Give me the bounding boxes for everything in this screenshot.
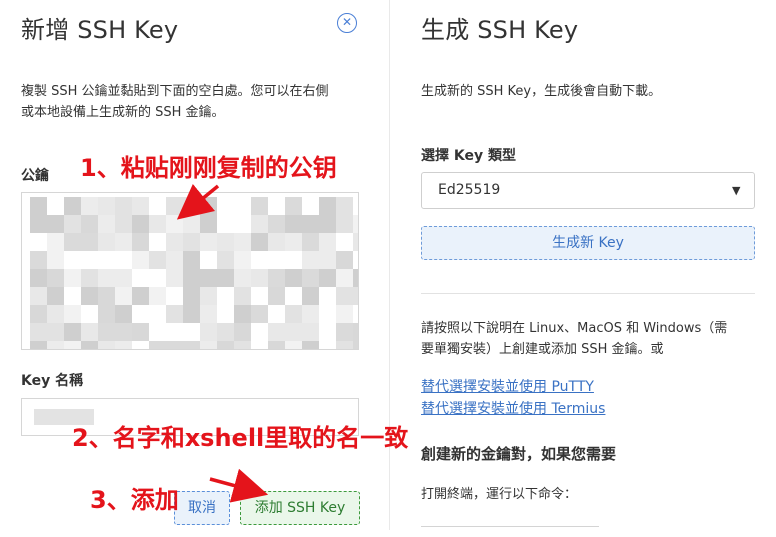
arrow-to-add-button — [209, 468, 269, 503]
chevron-down-icon: ▼ — [732, 184, 741, 197]
section-divider — [421, 293, 755, 294]
terminal-command-box — [421, 526, 599, 537]
create-keypair-heading: 創建新的金鑰對，如果您需要 — [421, 445, 617, 463]
arrow-to-pubkey — [176, 183, 220, 220]
key-type-select[interactable]: Ed25519 ▼ — [421, 172, 755, 209]
instructions-line2: 要單獨安裝）上創建或添加 SSH 金鑰。或 — [421, 342, 664, 357]
instructions-line1: 請按照以下說明在 Linux、MacOS 和 Windows（需 — [421, 321, 728, 336]
generate-key-button[interactable]: 生成新 Key — [421, 226, 755, 260]
terminal-instruction: 打開終端，運行以下命令： — [421, 487, 578, 502]
key-type-selected-value: Ed25519 — [438, 182, 501, 198]
putty-link[interactable]: 替代選擇安裝並使用 PuTTY — [421, 376, 594, 396]
generate-ssh-key-title: 生成 SSH Key — [421, 16, 579, 44]
termius-link[interactable]: 替代選擇安裝並使用 Termius — [421, 398, 605, 418]
key-type-label: 選擇 Key 類型 — [421, 148, 516, 164]
generate-description: 生成新的 SSH Key，生成後會自動下載。 — [421, 84, 662, 99]
